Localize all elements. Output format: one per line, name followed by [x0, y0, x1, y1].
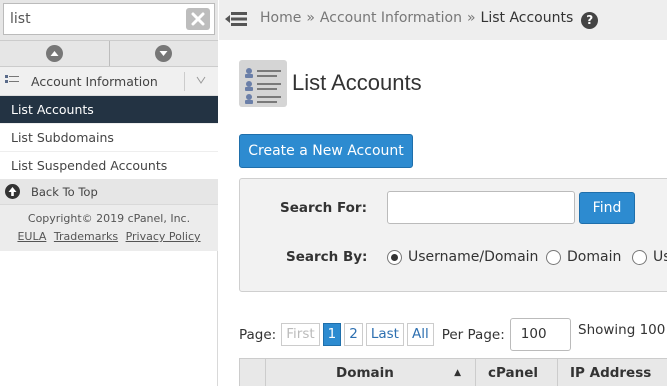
divider: [184, 72, 185, 91]
page-1-button[interactable]: 1: [322, 323, 342, 346]
select-column-header[interactable]: [240, 359, 266, 386]
sidebar-search-input[interactable]: [10, 8, 180, 30]
sidebar-footer: Copyright© 2019 cPanel, Inc. EULA Tradem…: [0, 205, 218, 251]
search-by-domain-radio[interactable]: Domain: [546, 249, 621, 265]
chevron-up-icon: [45, 45, 63, 62]
radio-label: Username/Domain: [408, 249, 539, 265]
per-page-label: Per Page:: [441, 326, 505, 343]
radio-unchecked-icon: [632, 249, 647, 265]
pagination: Page: First 1 2 Last All Per Page: 100: [239, 318, 571, 351]
breadcrumb-home[interactable]: Home: [260, 10, 301, 26]
showing-count: Showing 100: [578, 322, 666, 338]
breadcrumb: Home» Account Information» List Accounts?: [260, 10, 599, 29]
search-by-label: Search By:: [286, 249, 368, 265]
sidebar-category-label: Account Information: [31, 73, 158, 89]
collapse-all-button[interactable]: [0, 41, 110, 66]
sidebar-search-bar: [0, 0, 218, 40]
sort-ascending-icon: ▲: [454, 368, 461, 378]
sidebar: Account Information List Accounts List S…: [0, 0, 218, 386]
breadcrumb-separator: »: [306, 10, 315, 26]
sidebar-category-account-information[interactable]: Account Information: [0, 67, 218, 96]
page-2-button[interactable]: 2: [344, 323, 363, 346]
back-to-top-button[interactable]: Back To Top: [0, 179, 218, 205]
radio-label: Us: [653, 249, 667, 265]
privacy-policy-link[interactable]: Privacy Policy: [126, 230, 201, 243]
breadcrumb-current: List Accounts: [480, 10, 574, 26]
search-panel: Search For: Find Search By: Username/Dom…: [239, 178, 667, 292]
per-page-input[interactable]: 100: [509, 318, 571, 351]
page-last-button[interactable]: Last: [365, 323, 404, 346]
column-header-cpanel[interactable]: cPanel: [476, 359, 558, 386]
breadcrumb-account-information[interactable]: Account Information: [320, 10, 462, 26]
sidebar-item-list-accounts[interactable]: List Accounts: [0, 96, 218, 124]
search-by-username-radio[interactable]: Us: [632, 249, 667, 265]
list-accounts-icon: [239, 60, 287, 107]
menu-toggle-icon[interactable]: [225, 9, 247, 29]
search-for-label: Search For:: [280, 200, 367, 216]
find-button[interactable]: Find: [579, 192, 635, 224]
radio-unchecked-icon: [546, 249, 561, 265]
radio-checked-icon: [387, 249, 402, 265]
page-first-button[interactable]: First: [281, 323, 320, 346]
page-title: List Accounts: [292, 70, 422, 95]
copyright-text: Copyright© 2019 cPanel, Inc.: [27, 212, 191, 225]
arrow-up-icon: [5, 184, 20, 199]
column-header-ip-address[interactable]: IP Address: [558, 359, 667, 386]
sidebar-item-list-subdomains[interactable]: List Subdomains: [0, 124, 218, 152]
back-to-top-label: Back To Top: [31, 184, 98, 199]
search-by-username-domain-radio[interactable]: Username/Domain: [387, 249, 538, 265]
search-for-input[interactable]: [387, 191, 575, 224]
column-header-domain[interactable]: Domain ▲: [266, 359, 476, 386]
trademarks-link[interactable]: Trademarks: [54, 230, 118, 243]
breadcrumb-separator: »: [466, 10, 476, 26]
top-bar: Home» Account Information» List Accounts?: [219, 0, 667, 40]
expand-all-button[interactable]: [110, 41, 219, 66]
create-new-account-button[interactable]: Create a New Account: [239, 134, 413, 168]
chevron-down-icon: [155, 45, 173, 62]
clear-search-icon[interactable]: [186, 8, 210, 30]
page-label: Page:: [239, 326, 277, 343]
accounts-table-header: Domain ▲ cPanel IP Address: [239, 358, 667, 386]
sidebar-search-box: [3, 3, 215, 35]
column-header-domain-label: Domain: [336, 365, 394, 381]
eula-link[interactable]: EULA: [17, 230, 46, 243]
sidebar-item-list-suspended-accounts[interactable]: List Suspended Accounts: [0, 152, 218, 180]
chevron-down-icon[interactable]: [196, 74, 206, 87]
help-icon[interactable]: ?: [581, 12, 599, 29]
radio-label: Domain: [567, 249, 622, 265]
main-content: List Accounts Create a New Account Searc…: [219, 40, 667, 386]
sidebar-collapse-controls: [0, 40, 218, 67]
page-all-button[interactable]: All: [406, 323, 434, 346]
account-list-icon: [5, 73, 23, 89]
